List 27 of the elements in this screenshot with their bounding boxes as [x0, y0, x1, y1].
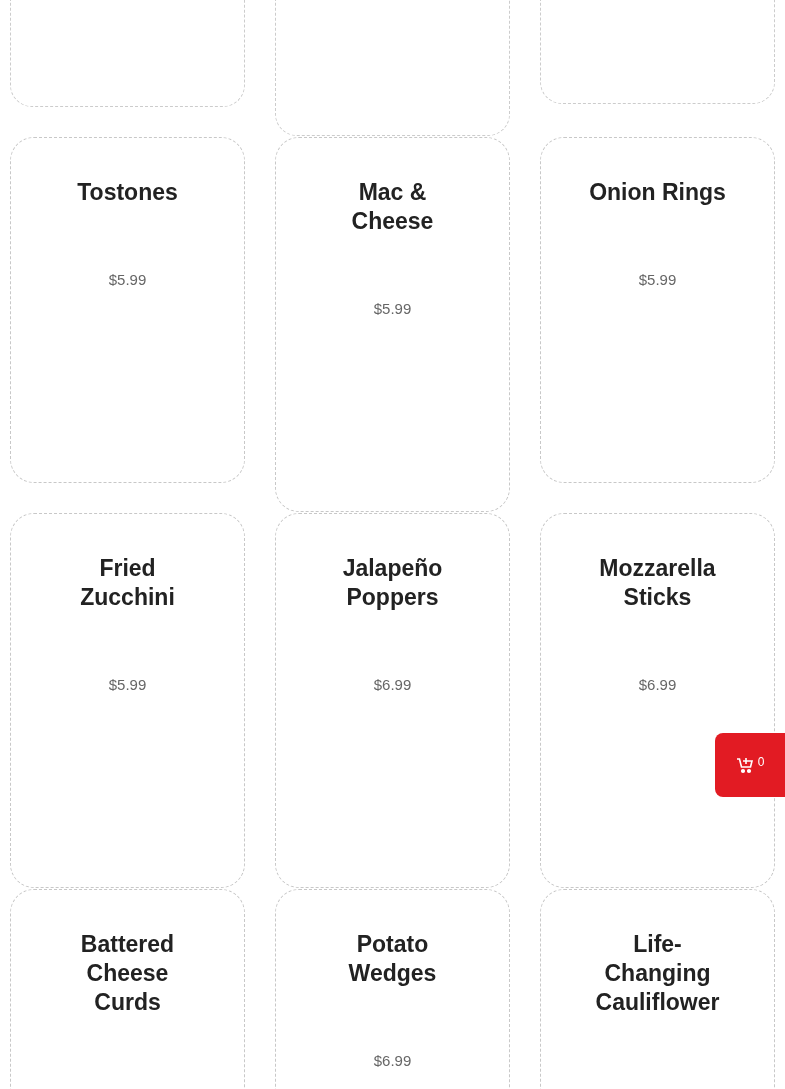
product-price: $6.99: [373, 676, 412, 693]
product-card[interactable]: Battered Cheese Curds: [10, 889, 245, 1089]
product-name: Fried Zucchini: [79, 554, 176, 612]
cart-button[interactable]: 0: [715, 733, 785, 797]
product-name: Onion Rings: [589, 178, 726, 207]
product-card[interactable]: Fried Zucchini $5.99: [10, 513, 245, 888]
product-card[interactable]: Mac & Cheese $5.99: [275, 137, 510, 512]
product-card[interactable]: Life-Changing Cauliflower: [540, 889, 775, 1089]
product-price: $5.99: [373, 300, 412, 317]
product-card[interactable]: Onion Rings $5.99: [540, 137, 775, 483]
product-card[interactable]: Tostones $5.99: [10, 137, 245, 483]
cart-count: 0: [757, 755, 765, 769]
product-price: $5.99: [108, 676, 147, 693]
product-card[interactable]: Potato Wedges $6.99: [275, 889, 510, 1089]
product-name: Potato Wedges: [347, 930, 438, 988]
product-name: Battered Cheese Curds: [79, 930, 176, 1017]
product-price: $6.99: [373, 1052, 412, 1069]
product-name: Mac & Cheese: [350, 178, 435, 236]
product-name: Mozzarella Sticks: [598, 554, 717, 612]
product-name: Life-Changing Cauliflower: [594, 930, 721, 1017]
product-card[interactable]: Jalapeño Poppers $6.99: [275, 513, 510, 888]
cart-icon: [735, 756, 754, 774]
product-price: $5.99: [108, 271, 147, 288]
product-price: $6.99: [638, 676, 677, 693]
product-name: Jalapeño Poppers: [341, 554, 444, 612]
product-name: Tostones: [77, 178, 178, 207]
product-price: $5.99: [638, 271, 677, 288]
